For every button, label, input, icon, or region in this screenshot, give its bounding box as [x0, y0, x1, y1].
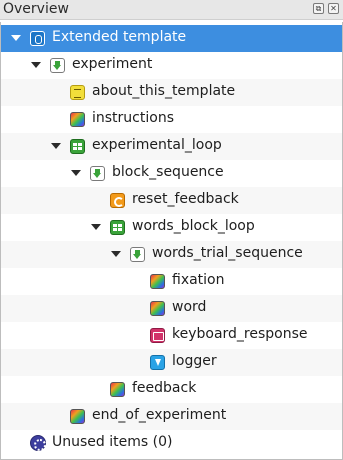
- tree-item-label: end_of_experiment: [92, 407, 227, 423]
- expand-arrow-icon[interactable]: [111, 251, 121, 257]
- tree-item-label: words_block_loop: [132, 218, 255, 234]
- sequence-icon: [90, 166, 105, 181]
- tree-item-about-this-template[interactable]: about_this_template: [1, 79, 342, 106]
- sequence-icon: [50, 58, 65, 73]
- tree-item-words-block-loop[interactable]: words_block_loop: [1, 214, 342, 241]
- sketchpad-icon: [70, 409, 85, 424]
- expand-arrow-icon[interactable]: [51, 143, 61, 149]
- tree-item-label: fixation: [172, 272, 225, 288]
- tree-item-label: logger: [172, 353, 217, 369]
- reset-feedback-icon: [110, 193, 125, 208]
- template-icon: [30, 31, 45, 46]
- notepad-icon: [70, 85, 85, 100]
- expand-arrow-icon[interactable]: [91, 224, 101, 230]
- tree-item-label: about_this_template: [92, 83, 236, 99]
- tree-item-label: reset_feedback: [132, 191, 239, 207]
- tree-item-label: block_sequence: [112, 164, 224, 180]
- unused-items-icon: [30, 435, 46, 451]
- tree-item-extended-template[interactable]: Extended template: [1, 25, 342, 52]
- expand-arrow-icon[interactable]: [31, 62, 41, 68]
- feedback-icon: [110, 382, 125, 397]
- tree-item-instructions[interactable]: instructions: [1, 106, 342, 133]
- tree-item-label: words_trial_sequence: [152, 245, 303, 261]
- tree-item-label: Unused items (0): [52, 434, 173, 450]
- tree-item-unused-items[interactable]: Unused items (0): [1, 430, 342, 457]
- expand-arrow-icon[interactable]: [71, 170, 81, 176]
- loop-icon: [110, 220, 125, 235]
- tree-item-label: word: [172, 299, 207, 315]
- tree-item-experiment[interactable]: experiment: [1, 52, 342, 79]
- tree-item-logger[interactable]: logger: [1, 349, 342, 376]
- keyboard-icon: [150, 328, 165, 343]
- tree-item-label: keyboard_response: [172, 326, 308, 342]
- tree-item-words-trial-sequence[interactable]: words_trial_sequence: [1, 241, 342, 268]
- sketchpad-icon: [150, 274, 165, 289]
- sketchpad-icon: [70, 112, 85, 127]
- tree-item-label: instructions: [92, 110, 174, 126]
- sketchpad-icon: [150, 301, 165, 316]
- overview-panel-titlebar: Overview ⧉ ✕: [0, 0, 343, 20]
- tree-item-experimental-loop[interactable]: experimental_loop: [1, 133, 342, 160]
- float-panel-button[interactable]: ⧉: [313, 3, 324, 14]
- tree-item-label: experimental_loop: [92, 137, 222, 153]
- panel-title: Overview: [3, 1, 69, 17]
- tree-item-end-of-experiment[interactable]: end_of_experiment: [1, 403, 342, 430]
- tree-item-reset-feedback[interactable]: reset_feedback: [1, 187, 342, 214]
- tree-item-fixation[interactable]: fixation: [1, 268, 342, 295]
- overview-tree: Extended template experiment about_this_…: [0, 22, 343, 460]
- tree-item-keyboard-response[interactable]: keyboard_response: [1, 322, 342, 349]
- tree-item-label: experiment: [72, 56, 153, 72]
- tree-item-label: feedback: [132, 380, 197, 396]
- close-panel-button[interactable]: ✕: [328, 3, 339, 14]
- tree-item-feedback[interactable]: feedback: [1, 376, 342, 403]
- loop-icon: [70, 139, 85, 154]
- sequence-icon: [130, 247, 145, 262]
- tree-item-label: Extended template: [52, 29, 187, 45]
- logger-icon: [150, 355, 165, 370]
- tree-item-block-sequence[interactable]: block_sequence: [1, 160, 342, 187]
- expand-arrow-icon[interactable]: [11, 35, 21, 41]
- tree-item-word[interactable]: word: [1, 295, 342, 322]
